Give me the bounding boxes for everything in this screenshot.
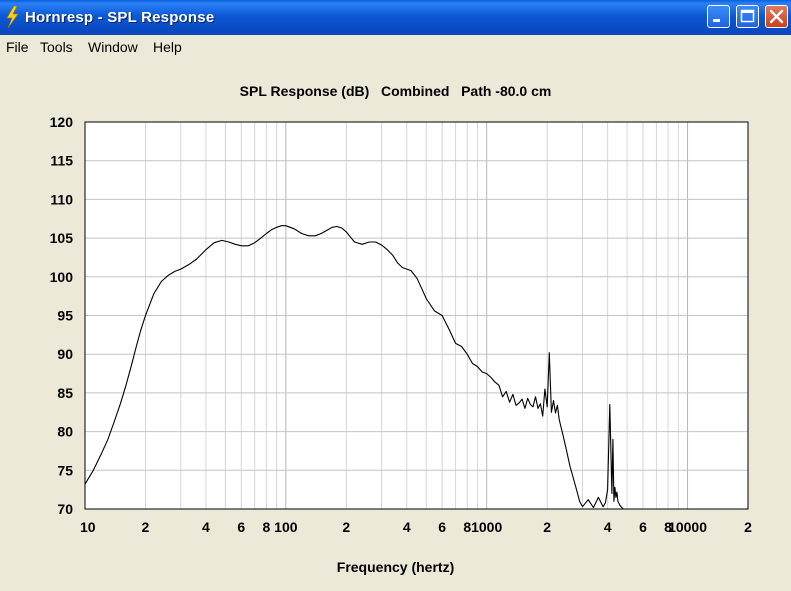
y-tick-label: 90 <box>57 346 73 362</box>
y-tick-label: 120 <box>50 114 74 130</box>
x-tick-label: 1000 <box>471 519 502 535</box>
spl-chart: 12011511010510095908580757010 2 4 6 8 100 2 4 6 8… <box>50 114 752 535</box>
y-tick-label: 95 <box>57 308 73 324</box>
x-tick-label: 6 <box>237 519 245 535</box>
x-tick-label: 6 <box>639 519 647 535</box>
y-tick-label: 80 <box>57 424 73 440</box>
y-tick-label: 70 <box>57 501 73 517</box>
y-tick-label: 105 <box>50 230 74 246</box>
y-tick-label: 100 <box>50 269 74 285</box>
x-tick-label: 8 <box>262 519 270 535</box>
x-tick-label: 2 <box>342 519 350 535</box>
y-tick-label: 110 <box>50 191 73 207</box>
x-tick-label: 4 <box>202 519 210 535</box>
x-tick-label: 4 <box>604 519 612 535</box>
x-tick-label: 2 <box>142 519 150 535</box>
x-tick-label: 4 <box>403 519 411 535</box>
x-tick-label: 6 <box>438 519 446 535</box>
y-tick-label: 115 <box>50 153 73 169</box>
x-tick-label: 10000 <box>668 519 707 535</box>
x-axis-label: Frequency (hertz) <box>336 559 455 575</box>
x-tick-label: 100 <box>274 519 298 535</box>
y-tick-label: 85 <box>57 385 73 401</box>
x-tick-label: 2 <box>543 519 551 535</box>
y-tick-label: 75 <box>57 462 73 478</box>
x-tick-label: 2 <box>744 519 752 535</box>
x-tick-label: 10 <box>80 519 96 535</box>
